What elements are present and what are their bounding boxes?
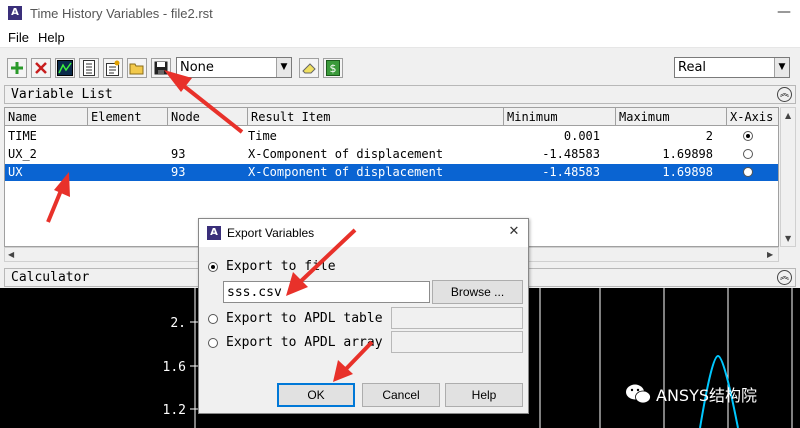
apdl-array-input[interactable] <box>391 331 523 353</box>
table-row[interactable]: TIME Time 0.001 2 <box>5 128 778 145</box>
y-tick-label: 1.2 <box>163 403 186 418</box>
collapse-icon[interactable]: ︽ <box>777 87 792 102</box>
ok-button[interactable]: OK <box>277 383 355 407</box>
x-axis-radio[interactable] <box>743 167 753 177</box>
x-axis-radio[interactable] <box>743 131 753 141</box>
clear-icon <box>302 63 316 74</box>
variable-list-title: Variable List <box>11 87 113 102</box>
cell-maximum: 1.69898 <box>662 165 713 179</box>
variable-list-header: Variable List ︽ <box>4 85 796 104</box>
dialog-title-bar: A Export Variables ✕ <box>199 219 528 247</box>
cell-result-item: X-Component of displacement <box>248 165 444 179</box>
scroll-left-icon[interactable]: ◀ <box>8 250 14 259</box>
wechat-icon <box>626 384 651 404</box>
apdl-table-input[interactable] <box>391 307 523 329</box>
column-header-node[interactable]: Node <box>168 108 248 126</box>
menu-help[interactable]: Help <box>38 30 65 45</box>
export-to-file-radio[interactable] <box>208 262 218 272</box>
part-select[interactable]: Real ▼ <box>674 57 790 78</box>
cell-maximum: 2 <box>705 129 713 143</box>
toolbar: None ▼ $ Real ▼ <box>0 49 800 84</box>
table-row-selected[interactable]: UX 93 X-Component of displacement -1.485… <box>5 164 778 181</box>
scroll-down-icon[interactable]: ▼ <box>785 234 791 243</box>
dialog-title: Export Variables <box>227 226 315 240</box>
column-header-name[interactable]: Name <box>5 108 88 126</box>
cost-button[interactable]: $ <box>323 58 343 78</box>
column-header-x-axis[interactable]: X-Axis <box>727 108 778 126</box>
chevron-down-icon: ▼ <box>276 58 291 77</box>
open-file-button[interactable] <box>127 58 147 78</box>
cell-minimum: -1.48583 <box>542 147 600 161</box>
file-name-value: sss.csv <box>227 285 282 300</box>
cell-result-item: Time <box>248 129 277 143</box>
graph-variables-button[interactable] <box>55 58 75 78</box>
scroll-up-icon[interactable]: ▲ <box>785 111 791 120</box>
open-folder-icon <box>129 63 144 75</box>
y-tick-label: 2. <box>170 316 186 331</box>
export-to-apdl-table-radio[interactable] <box>208 314 218 324</box>
cell-result-item: X-Component of displacement <box>248 147 444 161</box>
calculator-title: Calculator <box>11 270 90 285</box>
list-variables-button[interactable] <box>79 58 99 78</box>
cell-name: UX_2 <box>8 147 37 161</box>
save-icon <box>154 61 168 75</box>
add-icon <box>11 62 23 74</box>
x-axis-radio[interactable] <box>743 149 753 159</box>
cell-minimum: 0.001 <box>563 129 600 143</box>
money-icon: $ <box>326 60 340 76</box>
result-select[interactable]: None ▼ <box>176 57 292 78</box>
save-button[interactable] <box>151 58 171 78</box>
window-title: Time History Variables - file2.rst <box>30 6 213 21</box>
menu-bar: File Help <box>0 28 800 48</box>
chevron-down-icon: ▼ <box>774 58 789 77</box>
collapse-icon[interactable]: ︽ <box>777 270 792 285</box>
menu-file[interactable]: File <box>8 30 29 45</box>
cell-name: TIME <box>8 129 37 143</box>
scroll-right-icon[interactable]: ▶ <box>767 250 773 259</box>
add-variable-button[interactable] <box>7 58 27 78</box>
y-tick-label: 1.6 <box>163 360 186 375</box>
file-name-input[interactable]: sss.csv <box>223 281 430 303</box>
column-header-minimum[interactable]: Minimum <box>504 108 616 126</box>
ansys-app-icon: A <box>8 6 22 20</box>
vertical-scrollbar[interactable]: ▲ ▼ <box>780 107 796 247</box>
part-select-value: Real <box>678 60 707 75</box>
title-bar: A Time History Variables - file2.rst — <box>0 0 800 28</box>
delete-variable-button[interactable] <box>31 58 51 78</box>
export-to-apdl-array-label[interactable]: Export to APDL array <box>226 335 383 350</box>
minimize-button[interactable]: — <box>772 2 796 24</box>
help-button[interactable]: Help <box>445 383 523 407</box>
column-header-element[interactable]: Element <box>88 108 168 126</box>
watermark-text: ANSYS结构院 <box>656 386 758 405</box>
column-header-result-item[interactable]: Result Item <box>248 108 504 126</box>
column-header-maximum[interactable]: Maximum <box>616 108 727 126</box>
clear-button[interactable] <box>299 58 319 78</box>
cell-minimum: -1.48583 <box>542 165 600 179</box>
list-icon <box>83 60 95 76</box>
cancel-button[interactable]: Cancel <box>362 383 440 407</box>
cell-name: UX <box>8 165 23 179</box>
browse-button[interactable]: Browse ... <box>432 280 523 304</box>
cell-node: 93 <box>171 147 186 161</box>
cell-maximum: 1.69898 <box>662 147 713 161</box>
export-to-apdl-array-radio[interactable] <box>208 338 218 348</box>
export-variables-dialog: A Export Variables ✕ Export to file sss.… <box>198 218 529 414</box>
table-row[interactable]: UX_2 93 X-Component of displacement -1.4… <box>5 146 778 163</box>
graph-icon <box>57 60 73 76</box>
close-icon[interactable]: ✕ <box>505 223 523 241</box>
watermark: ANSYS结构院 <box>624 380 757 408</box>
svg-text:$: $ <box>330 62 337 75</box>
cell-node: 93 <box>171 165 186 179</box>
delete-icon <box>35 62 47 74</box>
result-select-value: None <box>180 60 214 75</box>
export-to-file-label[interactable]: Export to file <box>226 259 336 274</box>
export-to-apdl-table-label[interactable]: Export to APDL table <box>226 311 383 326</box>
properties-button[interactable] <box>103 58 123 78</box>
ansys-app-icon: A <box>207 226 221 240</box>
properties-icon <box>106 60 120 76</box>
